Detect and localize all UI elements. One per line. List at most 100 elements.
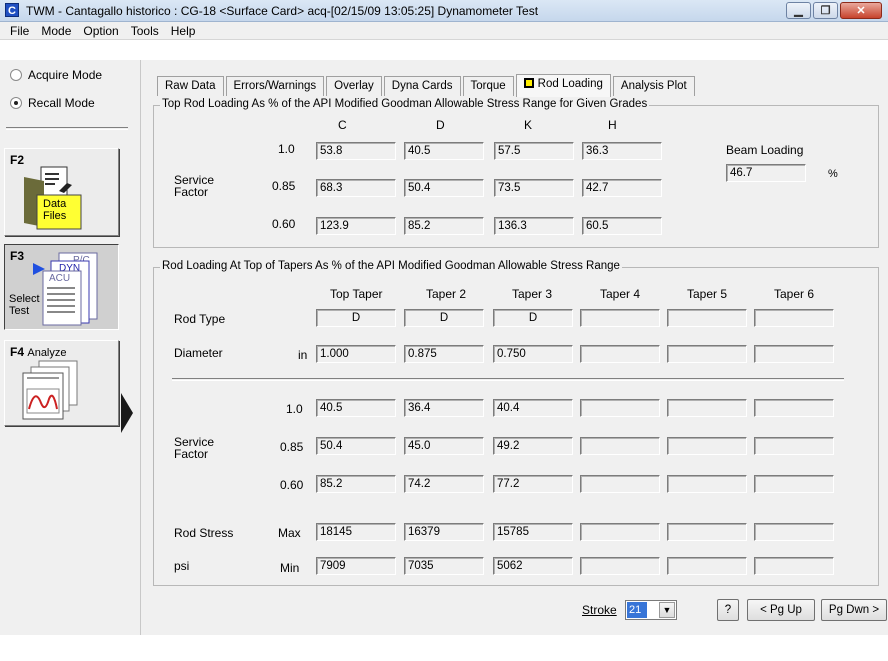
recall-mode-label: Recall Mode [28, 96, 95, 110]
minimize-icon: ▁ [794, 5, 803, 17]
tab-rod-loading-label: Rod Loading [537, 78, 603, 90]
taper-rod-loading-title: Rod Loading At Top of Tapers As % of the… [160, 260, 622, 272]
rod-type-label: Rod Type [174, 312, 226, 326]
stroke-select[interactable]: 21 ▼ [625, 600, 677, 620]
rod-type-field [754, 309, 834, 327]
test-label: Test [9, 305, 30, 317]
data-files-line2: Files [43, 210, 67, 222]
close-icon: ✕ [856, 5, 866, 17]
diameter-label: Diameter [174, 346, 223, 360]
taper-sf-label: 0.85 [280, 440, 304, 454]
analyze-label: Analyze [27, 347, 67, 359]
radio-button-selected[interactable] [10, 97, 22, 109]
taper-sf085-field [580, 437, 660, 455]
diameter-field [667, 345, 747, 363]
menu-help[interactable]: Help [165, 22, 202, 39]
beam-loading-field: 46.7 [726, 164, 806, 182]
taper-sf060-field [580, 475, 660, 493]
diameter-field [580, 345, 660, 363]
col-header-taper-4: Taper 4 [600, 287, 641, 301]
select-test-icon: P/C DYN ACU [33, 252, 98, 326]
f4-key-label: F4 Analyze [10, 345, 67, 359]
rod-stress-min-field: 7035 [404, 557, 484, 575]
top-rod-loading-title: Top Rod Loading As % of the API Modified… [160, 98, 650, 110]
close-button[interactable]: ✕ [840, 2, 882, 19]
left-panel: Acquire Mode Recall Mode F2 Data Files F… [0, 60, 140, 661]
minimize-button[interactable]: ▁ [786, 2, 811, 19]
diameter-field [754, 345, 834, 363]
maximize-button[interactable]: ❐ [813, 2, 838, 19]
rod-stress-max-field [754, 523, 834, 541]
menu-bar: File Mode Option Tools Help [0, 22, 888, 40]
rod-stress-min-field [754, 557, 834, 575]
stroke-value: 21 [627, 602, 647, 618]
page-down-button[interactable]: Pg Dwn > [821, 599, 887, 621]
select-label: Select [9, 293, 40, 305]
taper-sf085-field: 50.4 [316, 437, 396, 455]
recall-mode-radio[interactable]: Recall Mode [10, 96, 95, 110]
rod-stress-label: Rod Stress [174, 526, 234, 540]
sf-row-label: 0.60 [272, 217, 296, 231]
data-files-icon: Data Files [24, 166, 82, 230]
grade-h-sf1-field: 36.3 [582, 142, 662, 160]
window-title: TWM - Cantagallo historico : CG-18 <Surf… [26, 4, 539, 18]
taper-sf085-field: 49.2 [493, 437, 573, 455]
rod-loading-marker-icon [523, 78, 534, 88]
taper-separator [172, 378, 844, 381]
tab-analysis-plot[interactable]: Analysis Plot [612, 76, 695, 96]
tab-overlay[interactable]: Overlay [326, 76, 382, 96]
acquire-mode-radio[interactable]: Acquire Mode [10, 68, 102, 82]
taper-rod-loading-group: Rod Loading At Top of Tapers As % of the… [153, 260, 879, 586]
f3-key-label: F3 [10, 249, 25, 263]
rod-type-field [667, 309, 747, 327]
service-factor-label-2: Factor [174, 185, 209, 199]
rod-stress-max-field: 16379 [404, 523, 484, 541]
sf-row-label: 0.85 [272, 179, 296, 193]
page-up-button[interactable]: < Pg Up [747, 599, 815, 621]
menu-file[interactable]: File [4, 22, 35, 39]
app-icon: C [5, 3, 19, 17]
taper-sf-label: 1.0 [286, 402, 303, 416]
grade-k-sf1-field: 57.5 [494, 142, 574, 160]
restore-icon: ❐ [820, 5, 831, 17]
dropdown-arrow-icon[interactable]: ▼ [659, 602, 675, 618]
taper-sf1-field [667, 399, 747, 417]
col-header-top-taper: Top Taper [330, 287, 383, 301]
rod-stress-max-field [580, 523, 660, 541]
radio-button[interactable] [10, 69, 22, 81]
tab-errors-warnings[interactable]: Errors/Warnings [225, 76, 325, 96]
diameter-field: 0.750 [493, 345, 573, 363]
col-header-taper-3: Taper 3 [512, 287, 553, 301]
f3-select-test-button[interactable]: F3 P/C DYN ACU Select Test [4, 244, 119, 330]
stroke-label: Stroke [582, 603, 617, 617]
rod-stress-min-field [667, 557, 747, 575]
rod-stress-min-label: Min [280, 561, 300, 575]
grade-c-header: C [338, 118, 347, 132]
rod-stress-max-field: 18145 [316, 523, 396, 541]
help-button[interactable]: ? [717, 599, 739, 621]
taper-sf060-field: 85.2 [316, 475, 396, 493]
taper-sf1-field: 36.4 [404, 399, 484, 417]
f4-analyze-button[interactable]: F4 Analyze [4, 340, 119, 426]
taper-sf1-field [580, 399, 660, 417]
diameter-unit: in [298, 348, 308, 362]
grade-c-sf1-field: 53.8 [316, 142, 396, 160]
menu-tools[interactable]: Tools [125, 22, 165, 39]
rod-stress-min-field [580, 557, 660, 575]
rod-stress-min-field: 5062 [493, 557, 573, 575]
taper-sf-label: 0.60 [280, 478, 304, 492]
menu-mode[interactable]: Mode [35, 22, 77, 39]
rod-stress-max-field [667, 523, 747, 541]
top-rod-loading-group: Top Rod Loading As % of the API Modified… [153, 98, 879, 248]
tab-torque[interactable]: Torque [462, 76, 514, 96]
f2-data-files-button[interactable]: F2 Data Files [4, 148, 119, 236]
tab-raw-data[interactable]: Raw Data [157, 76, 224, 96]
tab-dyna-cards[interactable]: Dyna Cards [383, 76, 461, 96]
taper-sf1-field: 40.4 [493, 399, 573, 417]
grade-d-sf085-field: 50.4 [404, 179, 484, 197]
tab-rod-loading[interactable]: Rod Loading [515, 74, 611, 97]
taper-sf060-field: 74.2 [404, 475, 484, 493]
menu-option[interactable]: Option [77, 22, 124, 39]
col-header-taper-2: Taper 2 [426, 287, 467, 301]
rod-stress-max-field: 15785 [493, 523, 573, 541]
